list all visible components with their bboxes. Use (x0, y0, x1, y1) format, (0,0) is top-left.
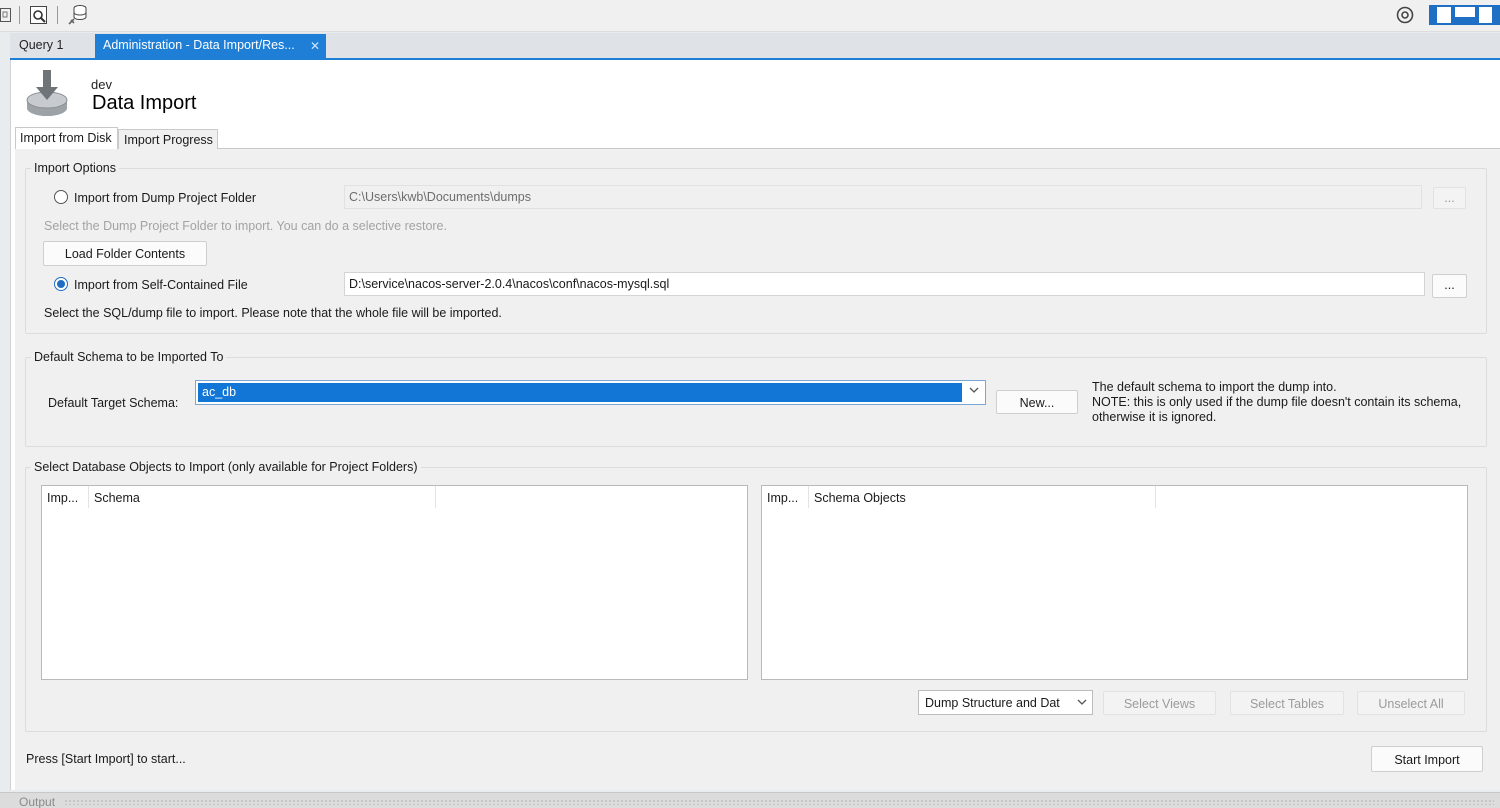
column-header-import[interactable]: Imp... (762, 486, 809, 508)
tab-query-1[interactable]: Query 1 (12, 34, 94, 56)
start-import-button[interactable]: Start Import (1371, 746, 1483, 772)
note-line: otherwise it is ignored. (1092, 410, 1217, 424)
close-icon[interactable]: ✕ (310, 39, 320, 53)
layout-bottom-icon[interactable] (1453, 4, 1477, 26)
tab-label: Administration - Data Import/Res... (103, 38, 295, 52)
settings-gear-icon[interactable] (1395, 4, 1415, 26)
note-line: The default schema to import the dump in… (1092, 380, 1337, 394)
self-contained-file-radio[interactable] (54, 277, 68, 291)
self-contained-file-path-field[interactable]: D:\service\nacos-server-2.0.4\nacos\conf… (344, 272, 1425, 296)
layout-right-icon[interactable] (1477, 4, 1500, 26)
selected-schema-value: ac_db (198, 383, 962, 402)
select-views-button[interactable]: Select Views (1103, 691, 1216, 715)
import-options-title: Import Options (31, 161, 119, 175)
tab-import-progress[interactable]: Import Progress (118, 129, 218, 149)
dump-folder-radio[interactable] (54, 190, 68, 204)
dump-folder-path-field[interactable]: C:\Users\kwb\Documents\dumps (344, 185, 1422, 209)
database-icon[interactable] (66, 4, 90, 26)
column-header-schema[interactable]: Schema (89, 486, 436, 508)
output-resize-grip[interactable] (64, 799, 1494, 805)
select-objects-title: Select Database Objects to Import (only … (31, 460, 421, 474)
column-header-import[interactable]: Imp... (42, 486, 89, 508)
schema-objects-list[interactable]: Imp... Schema Objects (761, 485, 1468, 680)
note-line: NOTE: this is only used if the dump file… (1092, 395, 1462, 409)
panel-icon[interactable] (0, 4, 12, 26)
self-contained-radio-label[interactable]: Import from Self-Contained File (74, 278, 248, 292)
self-contained-hint: Select the SQL/dump file to import. Plea… (44, 306, 502, 320)
dump-mode-select[interactable]: Dump Structure and Dat (918, 690, 1093, 715)
layout-left-icon[interactable] (1429, 4, 1453, 26)
default-schema-note: The default schema to import the dump in… (1092, 380, 1461, 425)
toolbar-separator (19, 6, 20, 24)
inspect-icon[interactable] (28, 4, 50, 26)
select-tables-button[interactable]: Select Tables (1230, 691, 1344, 715)
load-folder-contents-button[interactable]: Load Folder Contents (43, 241, 207, 266)
default-target-schema-select[interactable]: ac_db (195, 380, 986, 405)
dump-mode-value: Dump Structure and Dat (925, 696, 1060, 710)
dump-folder-browse-button[interactable]: ... (1433, 187, 1466, 209)
unselect-all-button[interactable]: Unselect All (1357, 691, 1465, 715)
toolbar-separator (57, 6, 58, 24)
page-title: Data Import (92, 92, 197, 114)
data-import-icon (24, 70, 70, 120)
dump-folder-hint: Select the Dump Project Folder to import… (44, 219, 447, 233)
default-schema-title: Default Schema to be Imported To (31, 350, 227, 364)
main-toolbar (0, 0, 1500, 32)
tab-import-from-disk[interactable]: Import from Disk (15, 127, 118, 149)
column-header-schema-objects[interactable]: Schema Objects (809, 486, 1156, 508)
self-contained-browse-button[interactable]: ... (1432, 274, 1467, 298)
output-label: Output (19, 795, 56, 808)
tab-administration-data-import[interactable]: Administration - Data Import/Res... ✕ (95, 34, 326, 58)
new-schema-button[interactable]: New... (996, 390, 1078, 414)
chevron-down-icon[interactable] (965, 384, 983, 402)
tab-label: Query 1 (19, 38, 64, 52)
chevron-down-icon[interactable] (1076, 696, 1088, 711)
dump-folder-radio-label[interactable]: Import from Dump Project Folder (74, 191, 256, 205)
default-target-schema-label: Default Target Schema: (48, 396, 179, 410)
status-text: Press [Start Import] to start... (26, 752, 186, 766)
schema-list[interactable]: Imp... Schema (41, 485, 748, 680)
connection-name: dev (91, 77, 112, 92)
